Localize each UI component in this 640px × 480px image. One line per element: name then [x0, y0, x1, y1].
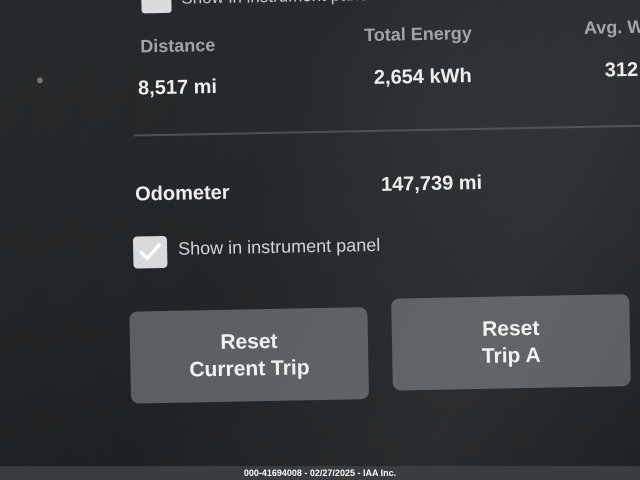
top-instrument-panel-label: Show in instrument panel: [181, 0, 372, 9]
total-energy-label: Total Energy: [363, 23, 472, 46]
odometer-value: 147,739 mi: [380, 171, 483, 196]
reset-current-trip-line1: Reset: [220, 329, 278, 354]
distance-value: 8,517 mi: [137, 75, 218, 100]
reset-trip-a-line2: Trip A: [481, 343, 541, 368]
checkmark-icon: [139, 243, 161, 261]
trips-panel: Show in instrument panel Distance Total …: [0, 0, 640, 472]
reset-trip-a-button[interactable]: Reset Trip A: [391, 294, 631, 391]
reset-trip-a-line1: Reset: [481, 316, 540, 341]
total-energy-value: 2,654 kWh: [373, 65, 472, 89]
watermark-text: 000-41694008 - 02/27/2025 - IAA Inc.: [243, 468, 397, 478]
section-divider: [133, 124, 640, 137]
avg-value: 312: [604, 58, 639, 82]
trips-screen: Show in instrument panel Distance Total …: [0, 0, 640, 480]
screen-speck: [36, 77, 43, 84]
show-in-instrument-panel-label: Show in instrument panel: [177, 234, 381, 259]
show-in-instrument-panel-checkbox[interactable]: [132, 235, 168, 269]
reset-current-trip-button[interactable]: Reset Current Trip: [129, 307, 370, 404]
watermark-footer: 000-41694008 - 02/27/2025 - IAA Inc.: [0, 466, 640, 480]
top-instrument-panel-checkbox[interactable]: [141, 0, 172, 14]
reset-current-trip-line2: Current Trip: [189, 356, 310, 382]
distance-label: Distance: [140, 34, 216, 57]
avg-label: Avg. W: [583, 16, 640, 38]
odometer-label: Odometer: [134, 181, 230, 206]
